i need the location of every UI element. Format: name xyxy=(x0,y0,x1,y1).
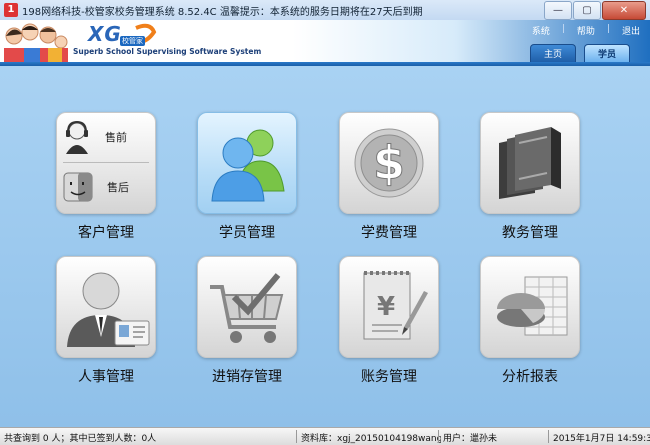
main-panel: 售前 售后 客户管理 学员管理 $ 学费管理 教务管理 人事管理 进销存管理 ¥… xyxy=(0,66,650,427)
pre-sales-item[interactable]: 售前 xyxy=(63,115,149,159)
module-accounts[interactable]: ¥ 账务管理 xyxy=(339,256,439,386)
hr-tile[interactable] xyxy=(56,256,156,358)
module-student[interactable]: 学员管理 xyxy=(197,112,297,242)
svg-text:¥: ¥ xyxy=(377,292,395,322)
users-icon xyxy=(211,129,285,202)
help-link[interactable]: 帮助 xyxy=(577,24,595,37)
after-sales-label: 售后 xyxy=(107,181,129,194)
module-fees[interactable]: $ 学费管理 xyxy=(339,112,439,242)
status-bar: 共查询到 0 人；其中已签到人数：0人 资料库：xgj_20150104198w… xyxy=(0,427,650,445)
student-label: 学员管理 xyxy=(219,225,275,241)
fees-label: 学费管理 xyxy=(361,225,417,241)
module-academic[interactable]: 教务管理 xyxy=(480,112,580,242)
module-inventory[interactable]: 进销存管理 xyxy=(197,256,297,386)
inventory-label: 进销存管理 xyxy=(212,369,282,385)
finder-icon xyxy=(63,172,93,202)
reports-label: 分析报表 xyxy=(502,369,558,385)
close-button[interactable]: ✕ xyxy=(602,1,646,20)
accounts-label: 账务管理 xyxy=(361,369,417,385)
status-user: 用户：邋孙未 xyxy=(443,434,498,444)
title-bar: 1 198网络科技-校管家校务管理系统 8.52.4C 温馨提示：本系统的服务日… xyxy=(0,0,650,21)
logo-text: XG xyxy=(88,22,122,46)
module-reports[interactable]: 分析报表 xyxy=(480,256,580,386)
dollar-icon: $ xyxy=(354,128,424,198)
student-tile[interactable] xyxy=(197,112,297,214)
maximize-button[interactable]: ▢ xyxy=(573,1,601,20)
header-banner: XG 校管家 Superb School Supervising Softwar… xyxy=(0,20,650,64)
status-count: 共查询到 0 人；其中已签到人数：0人 xyxy=(4,434,157,444)
app-icon: 1 xyxy=(4,3,18,17)
books-icon xyxy=(499,127,561,199)
system-link[interactable]: 系统 xyxy=(532,24,550,37)
cart-icon xyxy=(210,273,284,343)
reports-tile[interactable] xyxy=(480,256,580,358)
academic-label: 教务管理 xyxy=(502,225,558,241)
window-title: 198网络科技-校管家校务管理系统 8.52.4C 温馨提示：本系统的服务日期将… xyxy=(22,7,423,18)
logo-badge: 校管家 xyxy=(120,36,145,46)
top-links: 系统 | 帮助 | 退出 xyxy=(531,24,640,37)
customer-label: 客户管理 xyxy=(78,225,134,241)
accounts-tile[interactable]: ¥ xyxy=(339,256,439,358)
exit-link[interactable]: 退出 xyxy=(622,24,640,37)
after-sales-item[interactable]: 售后 xyxy=(63,165,149,209)
hr-label: 人事管理 xyxy=(78,369,134,385)
person-badge-icon xyxy=(67,272,150,347)
pre-sales-label: 售前 xyxy=(105,131,127,144)
headset-icon xyxy=(66,120,88,154)
nav-tabs: 主页 学员 xyxy=(530,44,630,62)
status-datetime: 2015年1月7日 14:59:33 xyxy=(553,434,650,444)
module-hr[interactable]: 人事管理 xyxy=(56,256,156,386)
window-controls: — ▢ ✕ xyxy=(544,1,646,20)
slogan: Superb School Supervising Software Syste… xyxy=(73,47,262,56)
minimize-button[interactable]: — xyxy=(544,1,572,20)
children-illustration xyxy=(4,22,68,62)
status-database: 资料库：xgj_20150104198wangluo xyxy=(301,434,441,444)
module-customer[interactable]: 售前 售后 客户管理 xyxy=(56,112,156,242)
svg-text:$: $ xyxy=(373,136,405,190)
inventory-tile[interactable] xyxy=(197,256,297,358)
tab-home[interactable]: 主页 xyxy=(530,44,576,62)
pie-report-icon xyxy=(497,276,568,336)
tab-students[interactable]: 学员 xyxy=(584,44,630,62)
fees-tile[interactable]: $ xyxy=(339,112,439,214)
academic-tile[interactable] xyxy=(480,112,580,214)
customer-tile[interactable]: 售前 售后 xyxy=(56,112,156,214)
ledger-icon: ¥ xyxy=(363,271,428,340)
